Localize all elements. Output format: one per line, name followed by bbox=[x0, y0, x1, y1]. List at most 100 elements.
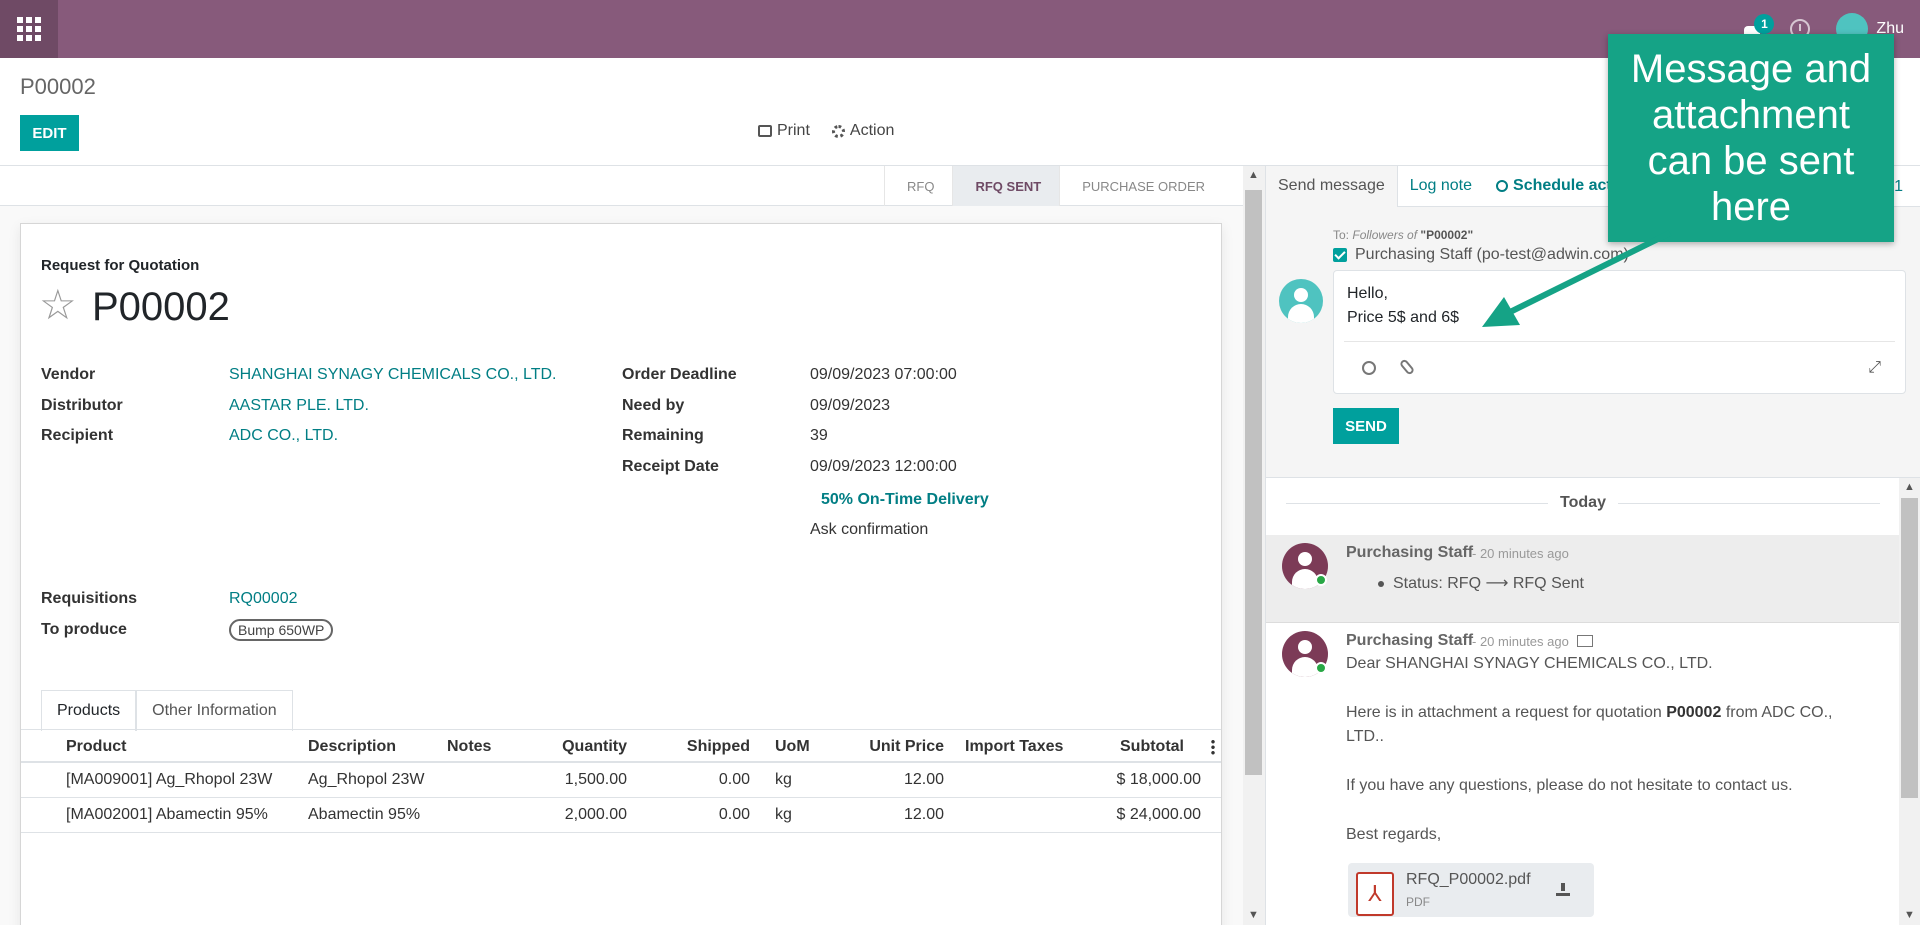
paperclip-icon[interactable] bbox=[1398, 358, 1416, 376]
attachment-type: PDF bbox=[1406, 895, 1430, 909]
message-author[interactable]: Purchasing Staff bbox=[1346, 544, 1473, 562]
action-label: Action bbox=[849, 122, 895, 139]
cell-unit-price: 12.00 bbox=[903, 806, 944, 823]
recipient-checkbox[interactable] bbox=[1333, 248, 1347, 262]
distributor-label: Distributor bbox=[41, 397, 123, 414]
thread-scrollbar[interactable]: ▲ ▼ bbox=[1899, 478, 1920, 925]
col-unit-price[interactable]: Unit Price bbox=[869, 738, 944, 756]
tab-products[interactable]: Products bbox=[41, 690, 137, 731]
scroll-down-icon[interactable]: ▼ bbox=[1248, 910, 1259, 921]
recipient-link[interactable]: ADC CO., LTD. bbox=[229, 427, 338, 445]
online-status-icon bbox=[1315, 574, 1327, 586]
to-produce-label: To produce bbox=[41, 621, 127, 638]
edit-button[interactable]: EDIT bbox=[20, 115, 79, 151]
stage-purchase-order[interactable]: PURCHASE ORDER bbox=[1059, 166, 1223, 206]
envelope-icon bbox=[1577, 635, 1593, 647]
message-line: Price 5$ and 6$ bbox=[1347, 309, 1460, 326]
cell-product: [MA002001] Abamectin 95% bbox=[66, 806, 268, 823]
message-author[interactable]: Purchasing Staff bbox=[1346, 632, 1473, 650]
tracking-value: Status: RFQ ⟶ RFQ Sent bbox=[1393, 575, 1584, 592]
table-row[interactable]: [MA002001] Abamectin 95% Abamectin 95% 2… bbox=[21, 798, 1221, 833]
cell-uom: kg bbox=[775, 771, 792, 788]
scroll-up-icon[interactable]: ▲ bbox=[1248, 170, 1259, 181]
expand-icon[interactable]: ⤢ bbox=[1868, 359, 1881, 377]
apps-menu-button[interactable] bbox=[0, 0, 58, 58]
send-button[interactable]: SEND bbox=[1333, 408, 1399, 444]
table-row[interactable]: [MA009001] Ag_Rhopol 23W Ag_Rhopol 23W 1… bbox=[21, 763, 1221, 798]
col-uom[interactable]: UoM bbox=[775, 738, 810, 756]
cell-quantity: 1,500.00 bbox=[564, 771, 627, 788]
star-icon[interactable]: ☆ bbox=[39, 284, 77, 326]
vendor-label: Vendor bbox=[41, 366, 96, 383]
col-description[interactable]: Description bbox=[308, 738, 396, 756]
recipient-label: Recipient bbox=[41, 427, 114, 444]
composer-toolbar: ⤢ bbox=[1334, 341, 1905, 395]
cell-subtotal: $ 18,000.00 bbox=[1116, 771, 1201, 788]
remaining-label: Remaining bbox=[622, 427, 704, 444]
cell-shipped: 0.00 bbox=[718, 771, 750, 788]
col-shipped[interactable]: Shipped bbox=[687, 738, 750, 756]
requisitions-label: Requisitions bbox=[41, 590, 138, 607]
order-deadline-value: 09/09/2023 07:00:00 bbox=[810, 366, 957, 383]
message-body-line: Here is in attachment a request for quot… bbox=[1346, 704, 1833, 721]
online-status-icon bbox=[1315, 662, 1327, 674]
emoji-icon[interactable] bbox=[1362, 361, 1376, 375]
col-subtotal[interactable]: Subtotal bbox=[1120, 738, 1184, 756]
order-lines-table: Product Description Notes Quantity Shipp… bbox=[21, 729, 1221, 833]
col-quantity[interactable]: Quantity bbox=[562, 738, 627, 756]
message-thread: Today Purchasing Staff - 20 minutes ago … bbox=[1266, 478, 1900, 925]
today-label: Today bbox=[1548, 494, 1618, 512]
message-time: - 20 minutes ago bbox=[1472, 634, 1569, 649]
message-item: Purchasing Staff - 20 minutes ago Status… bbox=[1266, 535, 1900, 623]
message-body-line: If you have any questions, please do not… bbox=[1346, 777, 1793, 794]
distributor-link[interactable]: AASTAR PLE. LTD. bbox=[229, 397, 369, 415]
followers-count[interactable]: 1 bbox=[1894, 178, 1903, 196]
remaining-value: 39 bbox=[810, 427, 828, 444]
cell-description: Ag_Rhopol 23W bbox=[308, 771, 425, 788]
annotation-arrow-icon bbox=[1482, 230, 1672, 327]
cell-description: Abamectin 95% bbox=[308, 806, 421, 823]
stage-rfq[interactable]: RFQ bbox=[884, 166, 952, 206]
attachment-name: RFQ_P00002.pdf bbox=[1406, 871, 1531, 888]
col-import-taxes[interactable]: Import Taxes bbox=[965, 738, 1063, 756]
need-by-value: 09/09/2023 bbox=[810, 397, 891, 414]
on-time-delivery-button[interactable]: 50% On-Time Delivery bbox=[821, 491, 989, 509]
vendor-link[interactable]: SHANGHAI SYNAGY CHEMICALS CO., LTD. bbox=[229, 366, 556, 384]
print-label: Print bbox=[777, 122, 810, 139]
to-record: "P00002" bbox=[1420, 228, 1474, 242]
message-body-line: Dear SHANGHAI SYNAGY CHEMICALS CO., LTD. bbox=[1346, 655, 1713, 672]
to-produce-tag[interactable]: Bump 650WP bbox=[229, 619, 334, 641]
column-options-icon[interactable] bbox=[1211, 739, 1215, 755]
cell-product: [MA009001] Ag_Rhopol 23W bbox=[66, 771, 273, 788]
message-body-line: LTD.. bbox=[1346, 728, 1384, 745]
col-product[interactable]: Product bbox=[66, 738, 126, 756]
cell-unit-price: 12.00 bbox=[903, 771, 944, 788]
message-time: - 20 minutes ago bbox=[1472, 546, 1569, 561]
stage-rfq-sent[interactable]: RFQ SENT bbox=[952, 166, 1060, 206]
message-body-line: Best regards, bbox=[1346, 826, 1442, 843]
grid-icon bbox=[17, 17, 41, 41]
attachment-card[interactable]: ⅄ RFQ_P00002.pdf PDF bbox=[1348, 863, 1594, 917]
col-notes[interactable]: Notes bbox=[447, 738, 491, 756]
gear-icon bbox=[831, 124, 845, 138]
pdf-icon: ⅄ bbox=[1356, 872, 1394, 916]
download-icon[interactable] bbox=[1556, 883, 1570, 897]
send-message-tab[interactable]: Send message bbox=[1266, 165, 1398, 207]
scroll-up-icon[interactable]: ▲ bbox=[1904, 482, 1915, 493]
schedule-activity-tab[interactable]: Schedule act bbox=[1484, 166, 1624, 207]
scroll-down-icon[interactable]: ▼ bbox=[1904, 910, 1915, 921]
tab-other-information[interactable]: Other Information bbox=[136, 690, 293, 731]
scrollbar-thumb[interactable] bbox=[1901, 498, 1918, 798]
log-note-tab[interactable]: Log note bbox=[1398, 166, 1484, 207]
action-dropdown[interactable]: Action bbox=[831, 122, 895, 140]
print-dropdown[interactable]: Print bbox=[758, 122, 810, 140]
form-scrollbar[interactable]: ▲ ▼ bbox=[1243, 166, 1265, 925]
table-header: Product Description Notes Quantity Shipp… bbox=[21, 729, 1221, 763]
action-bar: Print Action bbox=[758, 122, 894, 140]
scrollbar-thumb[interactable] bbox=[1245, 190, 1262, 775]
requisitions-link[interactable]: RQ00002 bbox=[229, 590, 298, 608]
chat-badge: 1 bbox=[1754, 14, 1775, 34]
avatar bbox=[1279, 279, 1323, 323]
clock-icon bbox=[1496, 180, 1509, 192]
stage-pipeline: RFQ RFQ SENT PURCHASE ORDER bbox=[884, 166, 1223, 206]
